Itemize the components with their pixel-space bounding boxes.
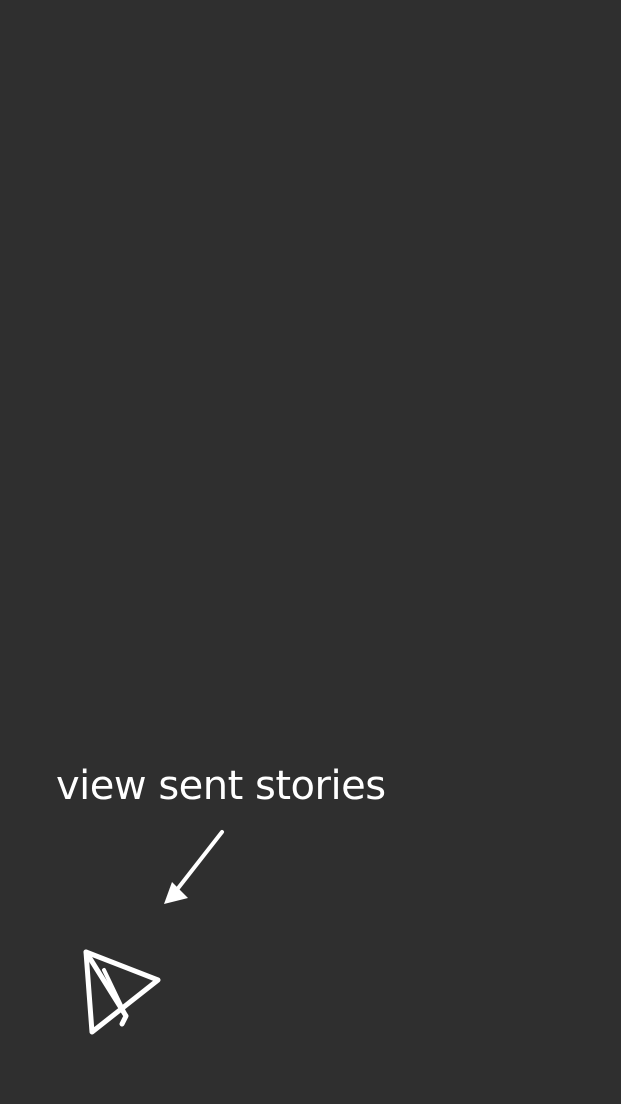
view-sent-stories-button[interactable] — [74, 940, 174, 1040]
view-sent-stories-hint: view sent stories — [56, 763, 386, 809]
arrow-down-left-icon — [164, 830, 224, 904]
paper-plane-icon — [83, 949, 161, 1035]
story-screen: view sent stories — [0, 0, 621, 1104]
